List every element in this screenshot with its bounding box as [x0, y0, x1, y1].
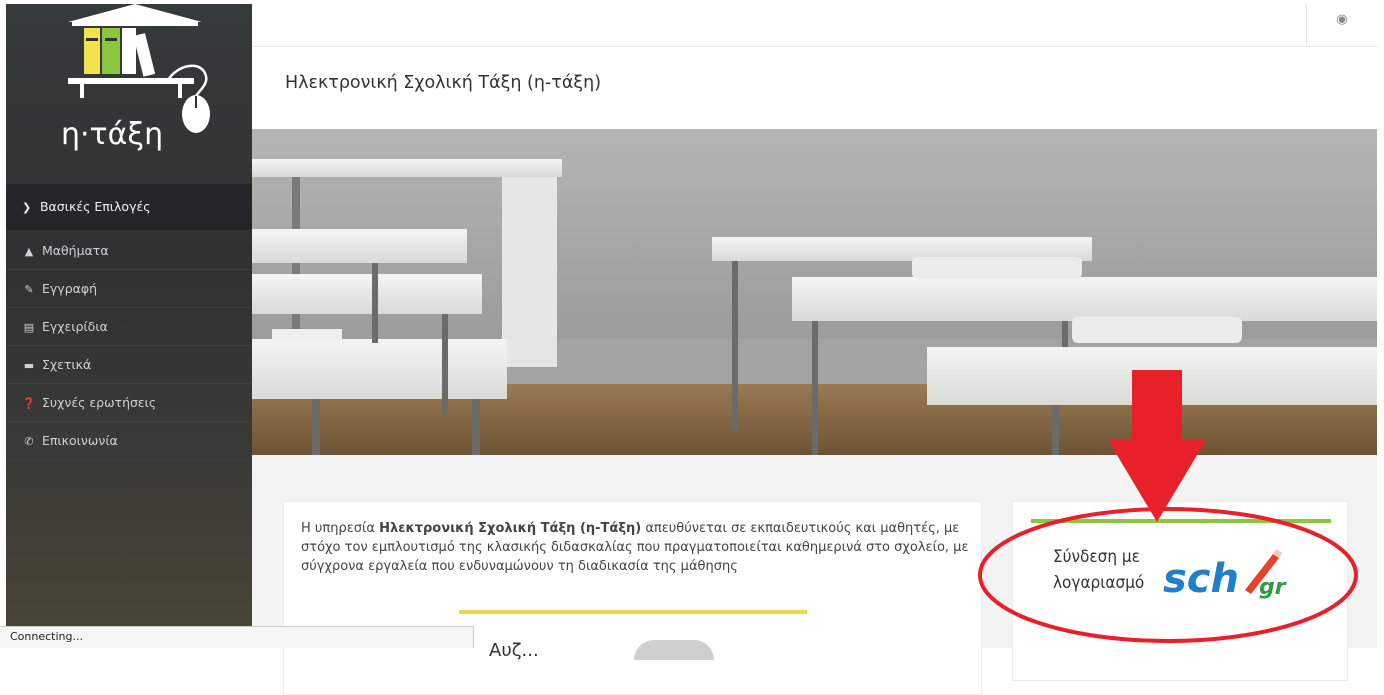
- page-title: Ηλεκτρονική Σχολική Τάξη (η-τάξη): [285, 73, 602, 93]
- sidebar-item-label: Εγγραφή: [42, 281, 98, 296]
- section-heading-partial: Αυζ...: [489, 640, 539, 661]
- graduation-cap-icon: ▲: [24, 245, 34, 258]
- phone-icon: ✆: [24, 435, 34, 448]
- sch-gr-logo[interactable]: sch gr: [1161, 546, 1306, 606]
- svg-text:gr: gr: [1259, 575, 1287, 600]
- sidebar-item-label: Εγχειρίδια: [42, 319, 108, 334]
- chevron-down-icon: ❯: [22, 201, 32, 214]
- sidebar-item-label: Σχετικά: [42, 357, 92, 372]
- page: η·τάξη ❯ Βασικές Επιλογές ▲ Μαθήματα ✎ Εγγ…: [0, 0, 1384, 695]
- title-bar: Ηλεκτρονική Σχολική Τάξη (η-τάξη): [252, 47, 1377, 129]
- language-button[interactable]: ◉: [1306, 4, 1377, 46]
- sidebar-item-label: Επικοινωνία: [42, 433, 118, 448]
- sidebar-item-manuals[interactable]: ▤ Εγχειρίδια: [6, 308, 252, 346]
- green-divider: [1031, 519, 1331, 523]
- svg-text:sch: sch: [1163, 556, 1239, 602]
- main-content: Ηλεκτρονική Σχολική Τάξη (η-τάξη) Η υπηρ…: [252, 47, 1377, 695]
- partial-image: [634, 640, 714, 660]
- intro-service-name: Ηλεκτρονική Σχολική Τάξη (η-Τάξη): [379, 521, 642, 536]
- file-icon: ▤: [23, 321, 35, 334]
- yellow-divider: [459, 610, 807, 614]
- sidebar-section-label: Βασικές Επιλογές: [39, 199, 151, 214]
- sidebar-item-about[interactable]: ▬ Σχετικά: [6, 346, 252, 384]
- credit-card-icon: ▬: [23, 359, 35, 372]
- top-bar: ◉: [252, 4, 1377, 47]
- sidebar-section-header[interactable]: ❯ Βασικές Επιλογές: [6, 184, 252, 230]
- sidebar-item-label: Συχνές ερωτήσεις: [42, 395, 157, 410]
- login-card[interactable]: Σύνδεση με λογαριασμό sch gr: [1012, 501, 1348, 681]
- login-label[interactable]: Σύνδεση με λογαριασμό: [1053, 544, 1144, 596]
- intro-text: Η υπηρεσία Ηλεκτρονική Σχολική Τάξη (η-Τ…: [301, 519, 971, 576]
- classroom-banner-image: [252, 129, 1377, 455]
- edit-icon: ✎: [24, 283, 34, 296]
- sidebar-menu: ▲ Μαθήματα ✎ Εγγραφή ▤ Εγχειρίδια ▬ Σχετικά …: [6, 232, 252, 460]
- globe-icon: ◉: [1336, 12, 1348, 27]
- status-bar: Connecting...: [0, 626, 474, 648]
- sidebar-item-faq[interactable]: ❓ Συχνές ερωτήσεις: [6, 384, 252, 422]
- sidebar-item-courses[interactable]: ▲ Μαθήματα: [6, 232, 252, 270]
- intro-prefix: Η υπηρεσία: [301, 521, 380, 536]
- login-line-2: λογαριασμό: [1053, 573, 1145, 593]
- sidebar-item-register[interactable]: ✎ Εγγραφή: [6, 270, 252, 308]
- question-circle-icon: ❓: [22, 397, 36, 410]
- sidebar: η·τάξη ❯ Βασικές Επιλογές ▲ Μαθήματα ✎ Εγγ…: [6, 4, 252, 648]
- login-line-1: Σύνδεση με: [1053, 547, 1140, 567]
- intro-card: Η υπηρεσία Ηλεκτρονική Σχολική Τάξη (η-Τ…: [283, 501, 982, 695]
- logo-text: η·τάξη: [61, 117, 164, 152]
- sidebar-item-contact[interactable]: ✆ Επικοινωνία: [6, 422, 252, 460]
- sidebar-item-label: Μαθήματα: [42, 243, 109, 258]
